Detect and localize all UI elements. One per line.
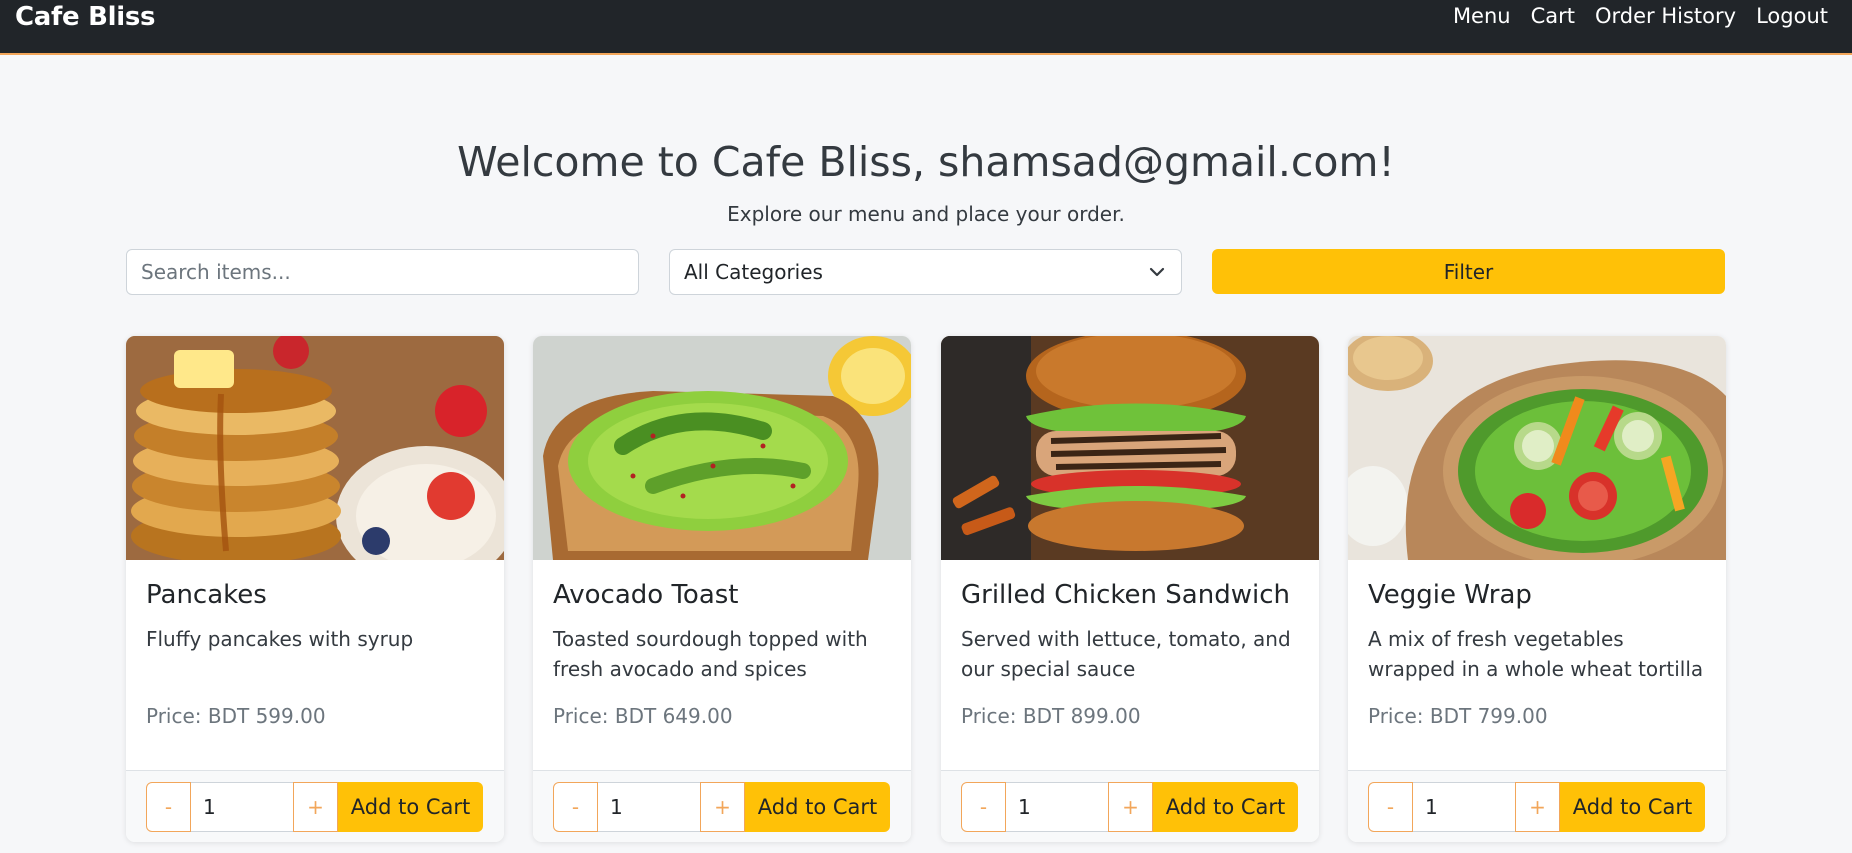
quantity-input[interactable] xyxy=(598,782,700,832)
increase-quantity-button[interactable]: + xyxy=(1108,782,1153,832)
brand-logo[interactable]: Cafe Bliss xyxy=(15,2,156,32)
category-select-value: All Categories xyxy=(684,260,823,284)
card-footer: - + Add to Cart xyxy=(126,770,504,842)
decrease-quantity-button[interactable]: - xyxy=(961,782,1006,832)
navbar: Cafe Bliss Menu Cart Order History Logou… xyxy=(0,0,1852,55)
increase-quantity-button[interactable]: + xyxy=(293,782,338,832)
nav-links: Menu Cart Order History Logout xyxy=(1453,4,1828,28)
card-footer: - + Add to Cart xyxy=(533,770,911,842)
item-price: Price: BDT 899.00 xyxy=(961,704,1141,728)
item-price: Price: BDT 599.00 xyxy=(146,704,326,728)
item-description: Served with lettuce, tomato, and our spe… xyxy=(961,627,1291,681)
quantity-stepper: - + Add to Cart xyxy=(553,782,890,832)
item-price: Price: BDT 799.00 xyxy=(1368,704,1548,728)
menu-card-grilled-chicken-sandwich: Grilled Chicken Sandwich Served with let… xyxy=(941,336,1319,842)
quantity-input[interactable] xyxy=(191,782,293,832)
chevron-down-icon xyxy=(1149,267,1165,277)
decrease-quantity-button[interactable]: - xyxy=(1368,782,1413,832)
item-price: Price: BDT 649.00 xyxy=(553,704,733,728)
item-description: Fluffy pancakes with syrup xyxy=(146,627,414,651)
card-footer: - + Add to Cart xyxy=(1348,770,1726,842)
quantity-stepper: - + Add to Cart xyxy=(146,782,483,832)
increase-quantity-button[interactable]: + xyxy=(1515,782,1560,832)
item-description: A mix of fresh vegetables wrapped in a w… xyxy=(1368,627,1704,681)
menu-card-avocado-toast: Avocado Toast Toasted sourdough topped w… xyxy=(533,336,911,842)
menu-card-veggie-wrap: Veggie Wrap A mix of fresh vegetables wr… xyxy=(1348,336,1726,842)
pancakes-image xyxy=(126,336,504,560)
nav-menu-link[interactable]: Menu xyxy=(1453,4,1511,28)
item-name: Pancakes xyxy=(146,580,267,610)
chicken-sandwich-image xyxy=(941,336,1319,560)
quantity-stepper: - + Add to Cart xyxy=(961,782,1298,832)
menu-card-pancakes: Pancakes Fluffy pancakes with syrup Pric… xyxy=(126,336,504,842)
add-to-cart-button[interactable]: Add to Cart xyxy=(745,782,890,832)
item-name: Grilled Chicken Sandwich xyxy=(961,580,1290,610)
veggie-wrap-image xyxy=(1348,336,1726,560)
nav-order-history-link[interactable]: Order History xyxy=(1595,4,1736,28)
add-to-cart-button[interactable]: Add to Cart xyxy=(1560,782,1705,832)
nav-logout-link[interactable]: Logout xyxy=(1756,4,1828,28)
avocado-toast-image xyxy=(533,336,911,560)
card-footer: - + Add to Cart xyxy=(941,770,1319,842)
nav-cart-link[interactable]: Cart xyxy=(1531,4,1575,28)
increase-quantity-button[interactable]: + xyxy=(700,782,745,832)
quantity-input[interactable] xyxy=(1413,782,1515,832)
filter-button[interactable]: Filter xyxy=(1212,249,1725,294)
category-select[interactable]: All Categories xyxy=(669,249,1182,295)
item-description: Toasted sourdough topped with fresh avoc… xyxy=(553,627,868,681)
decrease-quantity-button[interactable]: - xyxy=(146,782,191,832)
search-input[interactable] xyxy=(126,249,639,295)
quantity-input[interactable] xyxy=(1006,782,1108,832)
page-subtitle: Explore our menu and place your order. xyxy=(727,202,1125,226)
page-title: Welcome to Cafe Bliss, shamsad@gmail.com… xyxy=(457,138,1395,186)
item-name: Avocado Toast xyxy=(553,580,739,610)
item-name: Veggie Wrap xyxy=(1368,580,1532,610)
add-to-cart-button[interactable]: Add to Cart xyxy=(1153,782,1298,832)
decrease-quantity-button[interactable]: - xyxy=(553,782,598,832)
add-to-cart-button[interactable]: Add to Cart xyxy=(338,782,483,832)
quantity-stepper: - + Add to Cart xyxy=(1368,782,1705,832)
